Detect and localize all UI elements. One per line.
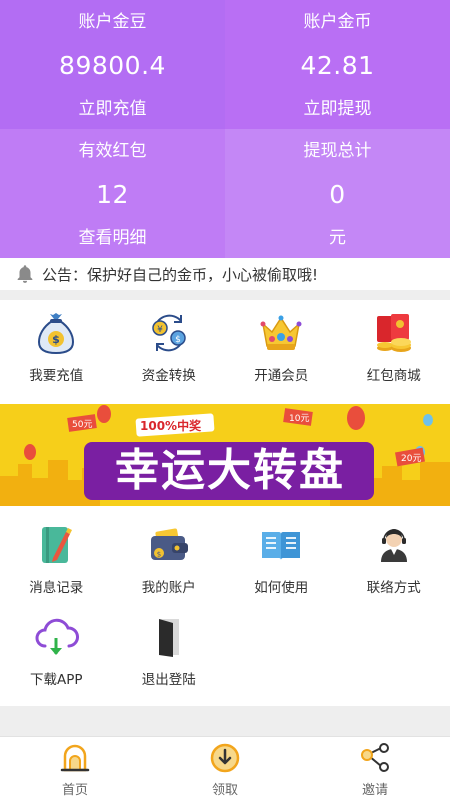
stat-label: 账户金豆 bbox=[78, 12, 147, 32]
menu-label: 消息记录 bbox=[29, 580, 84, 596]
menu-label: 如何使用 bbox=[254, 580, 309, 596]
stat-unit: 元 bbox=[329, 228, 346, 248]
logout-door-icon bbox=[158, 619, 179, 657]
menu-label: 联络方式 bbox=[366, 580, 421, 596]
menu-label: 红包商城 bbox=[366, 368, 421, 384]
stat-label: 提现总计 bbox=[303, 141, 372, 161]
svg-text:$: $ bbox=[52, 333, 60, 346]
bottom-tab-bar: 首页 领取 邀请 bbox=[0, 736, 450, 800]
stat-value: 12 bbox=[96, 179, 129, 209]
tab-label: 首页 bbox=[61, 783, 88, 798]
menu-my-account[interactable]: $ 我的账户 bbox=[113, 522, 226, 614]
bell-icon bbox=[17, 265, 33, 283]
recharge-now-button[interactable]: 立即充值 bbox=[79, 97, 147, 121]
stat-gold-coins: 账户金币 42.81 立即提现 bbox=[225, 0, 450, 129]
home-icon bbox=[60, 744, 90, 772]
currency-exchange-icon: ¥ $ bbox=[152, 314, 186, 352]
menu-download-app[interactable]: 下载APP bbox=[0, 614, 113, 706]
tab-invite[interactable]: 邀请 bbox=[300, 737, 450, 800]
menu-how-to-use[interactable]: 如何使用 bbox=[225, 522, 338, 614]
red-packet-icon bbox=[376, 314, 411, 352]
view-details-button[interactable]: 查看明细 bbox=[79, 226, 147, 250]
announcement-bar[interactable]: 公告：保护好自己的金币，小心被偷取哦! bbox=[0, 258, 450, 290]
stat-withdraw-total: 提现总计 0 元 bbox=[225, 129, 450, 258]
svg-text:$: $ bbox=[157, 551, 161, 559]
menu-label: 我的账户 bbox=[141, 580, 196, 596]
menu-label: 我要充值 bbox=[29, 368, 84, 384]
money-bag-icon: $ bbox=[38, 313, 75, 355]
menu-membership[interactable]: 开通会员 bbox=[225, 300, 338, 392]
menu-logout[interactable]: 退出登陆 bbox=[113, 614, 226, 706]
menu-label: 退出登陆 bbox=[141, 672, 196, 688]
menu-recharge[interactable]: $ 我要充值 bbox=[0, 300, 113, 392]
claim-icon bbox=[210, 743, 240, 773]
banner-title: 幸运大转盘 bbox=[115, 445, 345, 496]
quick-actions-grid: $ 我要充值 ¥ $ 资金转换 开通会员 红包商城 bbox=[0, 300, 450, 404]
tab-claim[interactable]: 领取 bbox=[150, 737, 300, 800]
account-stats-grid: 账户金豆 89800.4 立即充值 账户金币 42.81 立即提现 有效红包 1… bbox=[0, 0, 450, 258]
cloud-download-icon bbox=[35, 618, 80, 655]
share-icon bbox=[361, 743, 389, 772]
stat-value: 42.81 bbox=[300, 50, 375, 80]
svg-text:$: $ bbox=[175, 335, 181, 345]
stat-label: 有效红包 bbox=[78, 141, 147, 161]
book-icon bbox=[262, 532, 301, 560]
menu-contact[interactable]: 联络方式 bbox=[338, 522, 450, 614]
withdraw-now-button[interactable]: 立即提现 bbox=[304, 97, 372, 121]
stat-value: 0 bbox=[329, 179, 346, 209]
stat-red-packets: 有效红包 12 查看明细 bbox=[0, 129, 225, 258]
tab-label: 邀请 bbox=[361, 783, 388, 798]
menu-red-packet-mall[interactable]: 红包商城 bbox=[338, 300, 450, 392]
customer-service-icon bbox=[380, 529, 407, 562]
banner-tag: 20元 bbox=[401, 454, 422, 464]
banner-tag: 50元 bbox=[72, 420, 93, 430]
stat-label: 账户金币 bbox=[303, 12, 372, 32]
lucky-wheel-banner[interactable]: 100%中奖 50元 10元 20元 幸运大转盘 bbox=[0, 404, 450, 506]
services-grid: 消息记录 $ 我的账户 如何使用 联络方式 下载APP 退出登陆 bbox=[0, 506, 450, 706]
stat-value: 89800.4 bbox=[59, 50, 166, 80]
wallet-icon: $ bbox=[150, 528, 188, 560]
banner-badge: 100%中奖 bbox=[140, 419, 202, 433]
menu-message-records[interactable]: 消息记录 bbox=[0, 522, 113, 614]
notebook-icon bbox=[42, 527, 73, 563]
tab-home[interactable]: 首页 bbox=[0, 737, 150, 800]
menu-label: 开通会员 bbox=[254, 368, 309, 384]
crown-icon bbox=[260, 315, 302, 350]
svg-text:¥: ¥ bbox=[157, 325, 163, 335]
tab-label: 领取 bbox=[211, 783, 238, 798]
announcement-text: 公告：保护好自己的金币，小心被偷取哦! bbox=[42, 265, 319, 284]
menu-fund-transfer[interactable]: ¥ $ 资金转换 bbox=[113, 300, 226, 392]
stat-gold-beans: 账户金豆 89800.4 立即充值 bbox=[0, 0, 225, 129]
menu-label: 下载APP bbox=[29, 672, 83, 688]
banner-tag: 10元 bbox=[289, 414, 310, 424]
menu-label: 资金转换 bbox=[141, 368, 196, 384]
